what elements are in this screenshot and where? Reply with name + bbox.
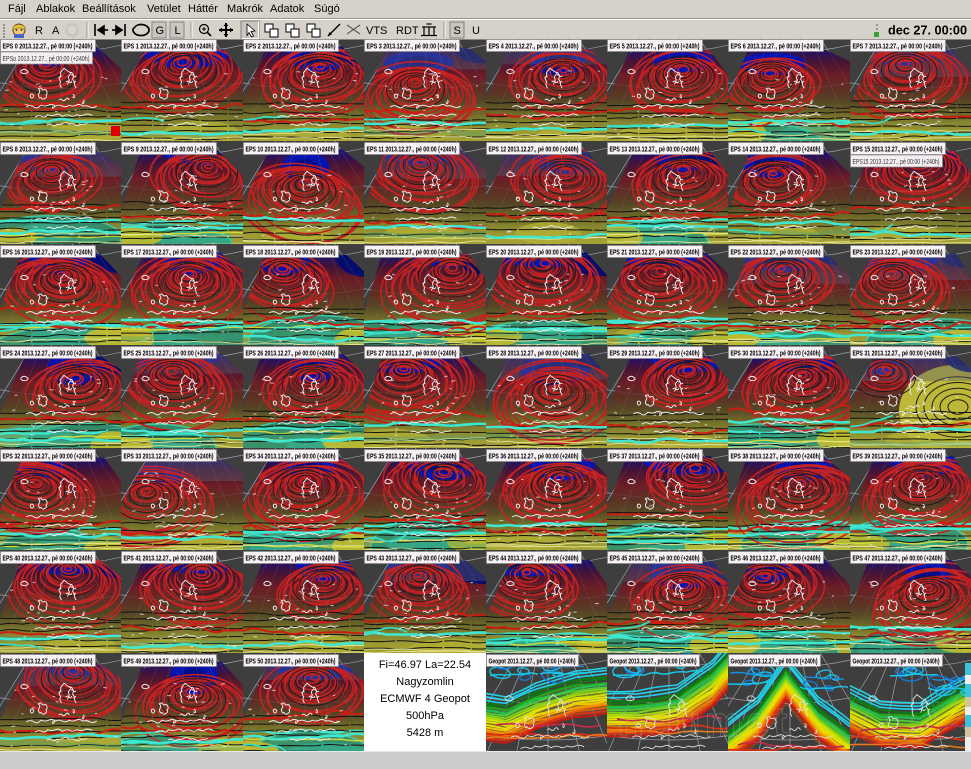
svg-text:EPS 29 2013.12.27., pé 00:00 (: EPS 29 2013.12.27., pé 00:00 (+240h) <box>610 349 700 358</box>
svg-text:EPS 28 2013.12.27., pé 00:00 (: EPS 28 2013.12.27., pé 00:00 (+240h) <box>489 349 579 358</box>
svg-text:EPS 18 2013.12.27., pé 00:00 (: EPS 18 2013.12.27., pé 00:00 (+240h) <box>246 248 336 257</box>
svg-text:Geopot 2013.12.27., pé 00:00 (: Geopot 2013.12.27., pé 00:00 (+240h) <box>610 657 697 666</box>
svg-text:EPS 2 2013.12.27., pé 00:00 (+: EPS 2 2013.12.27., pé 00:00 (+240h) <box>246 42 336 51</box>
svg-text:L: L <box>175 25 181 37</box>
svg-text:EPS 34 2013.12.27., pé 00:00 (: EPS 34 2013.12.27., pé 00:00 (+240h) <box>246 452 336 461</box>
svg-text:EPS 49 2013.12.27., pé 00:00 (: EPS 49 2013.12.27., pé 00:00 (+240h) <box>124 657 214 666</box>
svg-text:Geopot 2013.12.27., pé 00:00 (: Geopot 2013.12.27., pé 00:00 (+240h) <box>489 657 576 666</box>
svg-text:EPS 3 2013.12.27., pé 00:00 (+: EPS 3 2013.12.27., pé 00:00 (+240h) <box>367 42 457 51</box>
svg-text:EPS 27 2013.12.27., pé 00:00 (: EPS 27 2013.12.27., pé 00:00 (+240h) <box>367 349 457 358</box>
svg-text:R: R <box>35 25 43 37</box>
svg-text:EPS 46 2013.12.27., pé 00:00 (: EPS 46 2013.12.27., pé 00:00 (+240h) <box>731 554 821 563</box>
svg-text:EPS 12 2013.12.27., pé 00:00 (: EPS 12 2013.12.27., pé 00:00 (+240h) <box>489 145 579 154</box>
svg-text:dec 27. 00:00: dec 27. 00:00 <box>888 24 967 38</box>
svg-text:Geopot 2013.12.27., pé 00:00 (: Geopot 2013.12.27., pé 00:00 (+240h) <box>731 657 818 666</box>
svg-text:EPS 5 2013.12.27., pé 00:00 (+: EPS 5 2013.12.27., pé 00:00 (+240h) <box>610 42 700 51</box>
svg-text:EPS 26 2013.12.27., pé 00:00 (: EPS 26 2013.12.27., pé 00:00 (+240h) <box>246 349 336 358</box>
svg-text:EPS 17 2013.12.27., pé 00:00 (: EPS 17 2013.12.27., pé 00:00 (+240h) <box>124 248 214 257</box>
svg-text:EPS 10 2013.12.27., pé 00:00 (: EPS 10 2013.12.27., pé 00:00 (+240h) <box>246 145 336 154</box>
svg-text:EPS 30 2013.12.27., pé 00:00 (: EPS 30 2013.12.27., pé 00:00 (+240h) <box>731 349 821 358</box>
svg-text:EPS 42 2013.12.27., pé 00:00 (: EPS 42 2013.12.27., pé 00:00 (+240h) <box>246 554 336 563</box>
svg-text:EPS 21 2013.12.27., pé 00:00 (: EPS 21 2013.12.27., pé 00:00 (+240h) <box>610 248 700 257</box>
svg-text:EPS 4 2013.12.27., pé 00:00 (+: EPS 4 2013.12.27., pé 00:00 (+240h) <box>489 42 579 51</box>
svg-text:EPS 24 2013.12.27., pé 00:00 (: EPS 24 2013.12.27., pé 00:00 (+240h) <box>3 349 93 358</box>
svg-text:EPS 50 2013.12.27., pé 00:00 (: EPS 50 2013.12.27., pé 00:00 (+240h) <box>246 657 336 666</box>
svg-text:S: S <box>454 25 461 37</box>
svg-text:U: U <box>472 25 480 37</box>
svg-text:EPS 19 2013.12.27., pé 00:00 (: EPS 19 2013.12.27., pé 00:00 (+240h) <box>367 248 457 257</box>
svg-text:EPS 38 2013.12.27., pé 00:00 (: EPS 38 2013.12.27., pé 00:00 (+240h) <box>731 452 821 461</box>
svg-text:EPS 22 2013.12.27., pé 00:00 (: EPS 22 2013.12.27., pé 00:00 (+240h) <box>731 248 821 257</box>
svg-text:EPS 40 2013.12.27., pé 00:00 (: EPS 40 2013.12.27., pé 00:00 (+240h) <box>3 554 93 563</box>
svg-text:EPSo 2013.12.27., pé 00:00 (+2: EPSo 2013.12.27., pé 00:00 (+240h) <box>3 54 90 63</box>
svg-text:EPS 43 2013.12.27., pé 00:00 (: EPS 43 2013.12.27., pé 00:00 (+240h) <box>367 554 457 563</box>
svg-text:EPS 36 2013.12.27., pé 00:00 (: EPS 36 2013.12.27., pé 00:00 (+240h) <box>489 452 579 461</box>
svg-text:EPS 13 2013.12.27., pé 00:00 (: EPS 13 2013.12.27., pé 00:00 (+240h) <box>610 145 700 154</box>
svg-text:EPS 25 2013.12.27., pé 00:00 (: EPS 25 2013.12.27., pé 00:00 (+240h) <box>124 349 214 358</box>
svg-text:RDT: RDT <box>396 25 419 37</box>
svg-text:EPS 37 2013.12.27., pé 00:00 (: EPS 37 2013.12.27., pé 00:00 (+240h) <box>610 452 700 461</box>
svg-text:EPS 15 2013.12.27., pé 00:00 (: EPS 15 2013.12.27., pé 00:00 (+240h) <box>853 145 943 154</box>
svg-text:EPS 41 2013.12.27., pé 00:00 (: EPS 41 2013.12.27., pé 00:00 (+240h) <box>124 554 214 563</box>
svg-text:EPS15 2013.12.27., pé 00:00 (+: EPS15 2013.12.27., pé 00:00 (+240h) <box>853 157 940 166</box>
svg-text:EPS 39 2013.12.27., pé 00:00 (: EPS 39 2013.12.27., pé 00:00 (+240h) <box>853 452 943 461</box>
svg-text:A: A <box>52 25 60 37</box>
svg-text:G: G <box>156 25 165 37</box>
svg-text:EPS 31 2013.12.27., pé 00:00 (: EPS 31 2013.12.27., pé 00:00 (+240h) <box>853 349 943 358</box>
svg-text:Geopot 2013.12.27., pé 00:00 (: Geopot 2013.12.27., pé 00:00 (+240h) <box>853 657 940 666</box>
svg-text:EPS 8 2013.12.27., pé 00:00 (+: EPS 8 2013.12.27., pé 00:00 (+240h) <box>3 145 93 154</box>
svg-text:EPS 16 2013.12.27., pé 00:00 (: EPS 16 2013.12.27., pé 00:00 (+240h) <box>3 248 93 257</box>
svg-text:EPS 14 2013.12.27., pé 00:00 (: EPS 14 2013.12.27., pé 00:00 (+240h) <box>731 145 821 154</box>
svg-text:EPS 44 2013.12.27., pé 00:00 (: EPS 44 2013.12.27., pé 00:00 (+240h) <box>489 554 579 563</box>
svg-text:EPS 47 2013.12.27., pé 00:00 (: EPS 47 2013.12.27., pé 00:00 (+240h) <box>853 554 943 563</box>
svg-text:EPS 7 2013.12.27., pé 00:00 (+: EPS 7 2013.12.27., pé 00:00 (+240h) <box>853 42 943 51</box>
svg-text:EPS 35 2013.12.27., pé 00:00 (: EPS 35 2013.12.27., pé 00:00 (+240h) <box>367 452 457 461</box>
svg-text:neumet: neumet <box>618 698 791 745</box>
svg-text:EPS 32 2013.12.27., pé 00:00 (: EPS 32 2013.12.27., pé 00:00 (+240h) <box>3 452 93 461</box>
svg-text:EPS 23 2013.12.27., pé 00:00 (: EPS 23 2013.12.27., pé 00:00 (+240h) <box>853 248 943 257</box>
svg-text:EPS 6 2013.12.27., pé 00:00 (+: EPS 6 2013.12.27., pé 00:00 (+240h) <box>731 42 821 51</box>
svg-text:EPS 48 2013.12.27., pé 00:00 (: EPS 48 2013.12.27., pé 00:00 (+240h) <box>3 657 93 666</box>
svg-text:EPS 0 2013.12.27., pé 00:00 (+: EPS 0 2013.12.27., pé 00:00 (+240h) <box>3 42 93 51</box>
svg-text:EPS 33 2013.12.27., pé 00:00 (: EPS 33 2013.12.27., pé 00:00 (+240h) <box>124 452 214 461</box>
svg-text:VTS: VTS <box>366 25 387 37</box>
svg-text:EPS 9 2013.12.27., pé 00:00 (+: EPS 9 2013.12.27., pé 00:00 (+240h) <box>124 145 214 154</box>
svg-text:EPS 45 2013.12.27., pé 00:00 (: EPS 45 2013.12.27., pé 00:00 (+240h) <box>610 554 700 563</box>
svg-text:EPS 20 2013.12.27., pé 00:00 (: EPS 20 2013.12.27., pé 00:00 (+240h) <box>489 248 579 257</box>
svg-text:EPS 1 2013.12.27., pé 00:00 (+: EPS 1 2013.12.27., pé 00:00 (+240h) <box>124 42 214 51</box>
svg-text:EPS 11 2013.12.27., pé 00:00 (: EPS 11 2013.12.27., pé 00:00 (+240h) <box>367 145 457 154</box>
